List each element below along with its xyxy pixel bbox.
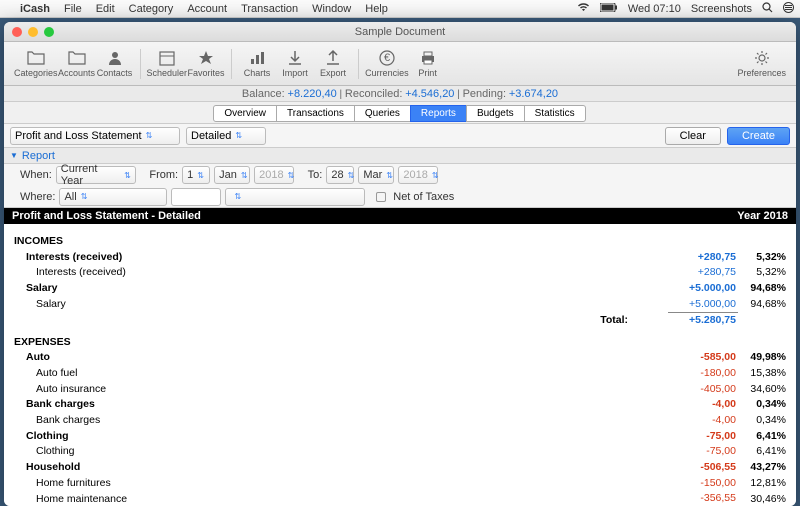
from-year-select[interactable]: 2018⇅ (254, 166, 294, 184)
spotlight-icon[interactable] (762, 2, 773, 16)
category-row: Bank charges (12, 397, 371, 413)
from-month-select[interactable]: Jan⇅ (214, 166, 250, 184)
main-window: Sample Document Categories Accounts Cont… (4, 22, 796, 506)
window-title: Sample Document (355, 26, 446, 38)
app-name[interactable]: iCash (20, 3, 50, 15)
detail-select[interactable]: Detailed⇅ (186, 127, 266, 145)
expenses-header: EXPENSES (12, 335, 371, 351)
category-row: Clothing (12, 429, 371, 445)
titlebar: Sample Document (4, 22, 796, 42)
where-select-2[interactable]: ⇅ (225, 188, 365, 206)
clock[interactable]: Wed 07:10 (628, 3, 681, 15)
status-line: Balance: +8.220,40 | Reconciled: +4.546,… (4, 86, 796, 102)
menu-edit[interactable]: Edit (96, 3, 115, 15)
notifications-icon[interactable] (783, 2, 794, 16)
tab-budgets[interactable]: Budgets (466, 105, 525, 122)
tab-queries[interactable]: Queries (354, 105, 411, 122)
category-row: Auto (12, 350, 371, 366)
report-title-bar: Profit and Loss Statement - DetailedYear… (4, 208, 796, 224)
wifi-icon[interactable] (577, 2, 590, 15)
menu-window[interactable]: Window (312, 3, 351, 15)
to-day-select[interactable]: 28⇅ (326, 166, 354, 184)
to-month-select[interactable]: Mar⇅ (358, 166, 394, 184)
subcategory-row: Bank charges (12, 413, 371, 429)
subcategory-row: Home maintenance (12, 491, 371, 506)
category-row: Salary (12, 281, 371, 297)
net-taxes-checkbox[interactable] (376, 192, 386, 202)
accounts-button[interactable]: Accounts (58, 49, 96, 78)
minimize-icon[interactable] (28, 27, 38, 37)
currencies-button[interactable]: €Currencies (365, 49, 409, 78)
tab-overview[interactable]: Overview (213, 105, 277, 122)
subcategory-row: Auto insurance (12, 382, 371, 398)
contacts-button[interactable]: Contacts (96, 49, 134, 78)
tab-transactions[interactable]: Transactions (276, 105, 355, 122)
system-menubar: iCash File Edit Category Account Transac… (0, 0, 800, 18)
clear-button[interactable]: Clear (665, 127, 721, 145)
preferences-button[interactable]: Preferences (737, 49, 786, 78)
subcategory-row: Auto fuel (12, 366, 371, 382)
tab-statistics[interactable]: Statistics (524, 105, 586, 122)
scheduler-button[interactable]: Scheduler (147, 49, 188, 78)
disclosure-triangle-icon[interactable]: ▼ (10, 151, 18, 160)
menu-transaction[interactable]: Transaction (241, 3, 298, 15)
when-row: When: Current Year⇅ From: 1⇅ Jan⇅ 2018⇅ … (4, 164, 796, 186)
where-select[interactable]: All⇅ (59, 188, 167, 206)
when-select[interactable]: Current Year⇅ (56, 166, 136, 184)
menubar-app[interactable]: Screenshots (691, 3, 752, 15)
categories-button[interactable]: Categories (14, 49, 58, 78)
menu-account[interactable]: Account (187, 3, 227, 15)
battery-icon[interactable] (600, 3, 618, 15)
close-icon[interactable] (12, 27, 22, 37)
export-button[interactable]: Export (314, 49, 352, 78)
menu-help[interactable]: Help (365, 3, 388, 15)
subcategory-row: Salary (12, 297, 371, 313)
favorites-button[interactable]: Favorites (187, 49, 225, 78)
incomes-header: INCOMES (12, 234, 371, 250)
filter-bar: Profit and Loss Statement⇅ Detailed⇅ Cle… (4, 124, 796, 148)
report-type-select[interactable]: Profit and Loss Statement⇅ (10, 127, 180, 145)
category-row: Interests (received) (12, 250, 371, 266)
menu-file[interactable]: File (64, 3, 82, 15)
to-year-select[interactable]: 2018⇅ (398, 166, 438, 184)
subcategory-row: Home furnitures (12, 476, 371, 492)
category-row: Household (12, 460, 371, 476)
toolbar: Categories Accounts Contacts Scheduler F… (4, 42, 796, 86)
where-row: Where: All⇅ ⇅ Net of Taxes (4, 186, 796, 208)
subcategory-row: Interests (received) (12, 265, 371, 281)
import-button[interactable]: Import (276, 49, 314, 78)
report-content[interactable]: INCOMESInterests (received)+280,755,32%I… (4, 224, 796, 506)
where-input-1[interactable] (171, 188, 221, 206)
tabs: OverviewTransactionsQueriesReportsBudget… (4, 102, 796, 124)
from-day-select[interactable]: 1⇅ (182, 166, 210, 184)
subcategory-row: Clothing (12, 444, 371, 460)
incomes-total-label: Total: (371, 313, 668, 329)
print-button[interactable]: Print (409, 49, 447, 78)
svg-text:€: € (384, 52, 390, 64)
menu-category[interactable]: Category (129, 3, 174, 15)
report-header[interactable]: ▼Report (4, 148, 796, 164)
zoom-icon[interactable] (44, 27, 54, 37)
create-button[interactable]: Create (727, 127, 790, 145)
charts-button[interactable]: Charts (238, 49, 276, 78)
tab-reports[interactable]: Reports (410, 105, 467, 122)
incomes-total: +5.280,75 (668, 313, 738, 329)
